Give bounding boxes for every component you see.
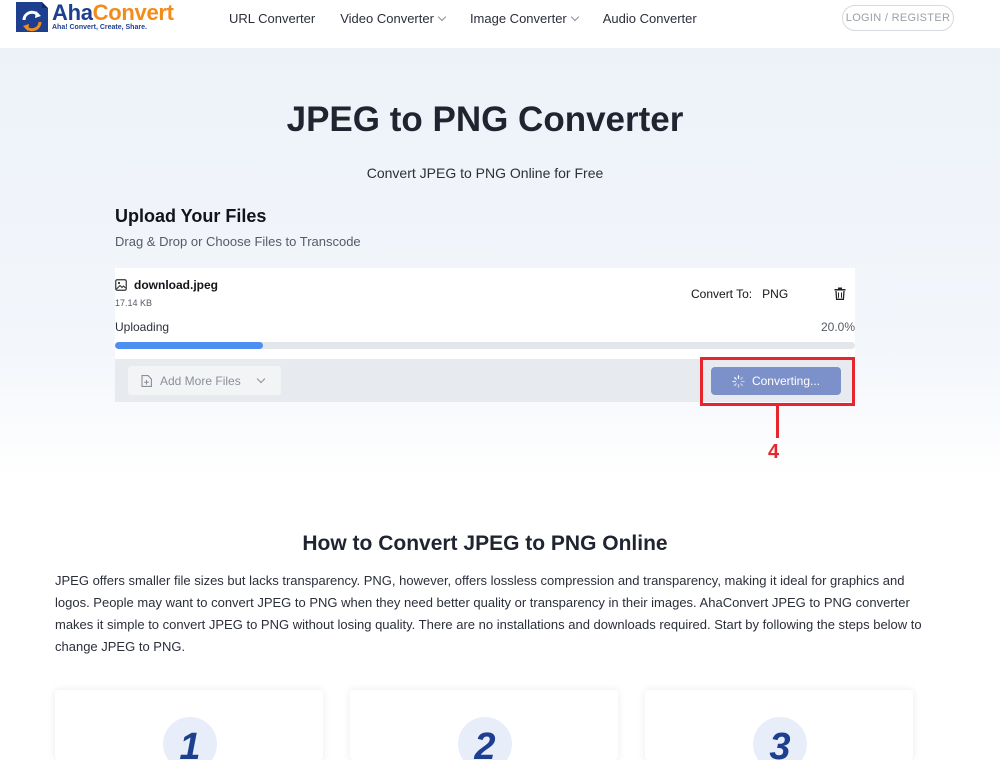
brand-name: AhaConvert [52, 0, 174, 25]
chevron-down-icon [437, 12, 447, 22]
upload-percent: 20.0% [820, 320, 855, 334]
chevron-down-icon [256, 374, 265, 384]
brand-logo[interactable]: AhaConvert Aha! Convert, Create, Share. [16, 0, 174, 34]
howto-description: JPEG offers smaller file sizes but lacks… [55, 573, 922, 654]
step-number-2: 2 [458, 717, 512, 760]
hero-section: JPEG to PNG Converter Convert JPEG to PN… [0, 48, 1000, 478]
upload-status: Uploading [115, 320, 170, 334]
step-number-3: 3 [753, 717, 807, 760]
file-name: download.jpeg [134, 278, 218, 292]
add-more-files-button[interactable]: Add More Files [128, 366, 281, 395]
page-subtitle: Convert JPEG to PNG Online for Free [366, 165, 604, 181]
spinner-icon [732, 374, 745, 388]
image-file-icon [115, 279, 127, 291]
upload-progress-fill [115, 342, 263, 349]
trash-icon[interactable] [834, 287, 846, 300]
converting-button[interactable]: Converting... [711, 367, 841, 395]
site-header: AhaConvert Aha! Convert, Create, Share. … [0, 0, 1000, 48]
file-size: 17.14 KB [115, 298, 153, 308]
page-title: JPEG to PNG Converter [286, 100, 684, 139]
convert-to-format: PNG [762, 287, 789, 301]
chevron-down-icon [570, 12, 580, 22]
upload-progress-bar [115, 342, 855, 349]
nav-image-converter[interactable]: Image Converter [470, 11, 580, 26]
login-register-button[interactable]: LOGIN / REGISTER [842, 5, 954, 31]
action-bar: Add More Files Converting... [115, 359, 855, 402]
file-plus-icon [141, 374, 152, 387]
nav-audio-converter[interactable]: Audio Converter [603, 11, 697, 26]
step-number-1: 1 [163, 717, 217, 760]
nav-url-converter[interactable]: URL Converter [229, 11, 315, 26]
convert-to-selector[interactable]: Convert To: PNG [691, 287, 788, 301]
annotation-step-number: 4 [768, 441, 780, 463]
convert-to-label: Convert To: [691, 287, 753, 301]
howto-title: How to Convert JPEG to PNG Online [302, 532, 668, 555]
annotation-pointer-line [776, 406, 779, 438]
nav-video-converter[interactable]: Video Converter [340, 11, 447, 26]
upload-title: Upload Your Files [115, 206, 267, 226]
file-item: download.jpeg 17.14 KB Convert To: PNG Up… [115, 268, 855, 359]
brand-tagline: Aha! Convert, Create, Share. [52, 24, 147, 31]
logo-icon [16, 2, 48, 32]
upload-subtitle: Drag & Drop or Choose Files to Transcode [115, 234, 361, 249]
main-nav: URL Converter Video Converter Image Conv… [229, 11, 722, 26]
